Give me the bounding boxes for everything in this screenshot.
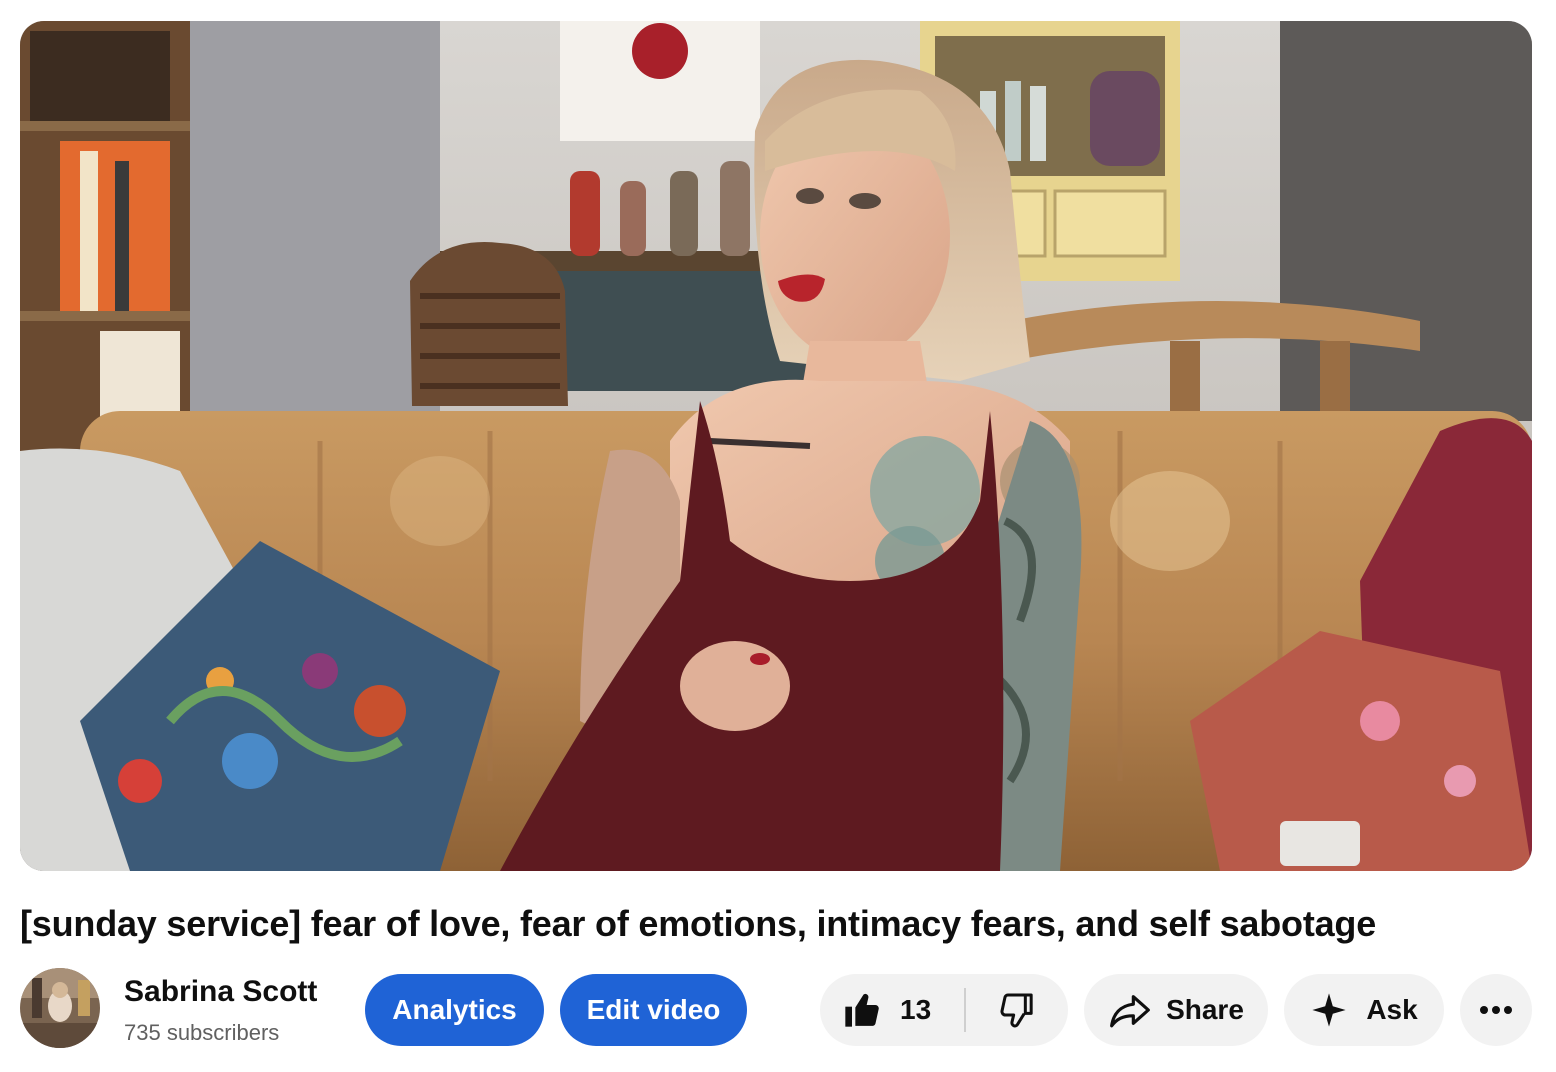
share-label: Share — [1166, 994, 1244, 1025]
more-actions-button[interactable] — [1460, 974, 1532, 1046]
share-button[interactable]: Share — [1084, 974, 1268, 1046]
avatar-image — [20, 968, 100, 1048]
thumbs-up-icon — [845, 993, 879, 1027]
edit-video-button[interactable]: Edit video — [560, 974, 747, 1046]
thumbs-down-icon — [1000, 993, 1033, 1028]
analytics-button[interactable]: Analytics — [365, 974, 544, 1046]
ask-label: Ask — [1366, 994, 1418, 1025]
like-button[interactable]: 13 — [820, 974, 964, 1046]
edit-video-label: Edit video — [586, 994, 721, 1025]
analytics-label: Analytics — [392, 994, 517, 1025]
ask-button[interactable]: Ask — [1284, 974, 1444, 1046]
video-title: [sunday service] fear of love, fear of e… — [20, 903, 1377, 944]
sparkle-icon — [1312, 993, 1346, 1027]
subscriber-count: 735 subscribers — [124, 1020, 280, 1045]
more-horizontal-icon — [1480, 1006, 1512, 1014]
like-dislike-group: 13 — [820, 974, 1068, 1046]
like-count: 13 — [900, 994, 932, 1025]
channel-avatar[interactable] — [20, 968, 100, 1048]
share-arrow-icon — [1110, 995, 1150, 1028]
channel-name[interactable]: Sabrina Scott — [124, 974, 317, 1010]
video-frame[interactable] — [20, 21, 1532, 871]
video-player[interactable] — [20, 21, 1532, 871]
dislike-button[interactable] — [966, 974, 1068, 1046]
